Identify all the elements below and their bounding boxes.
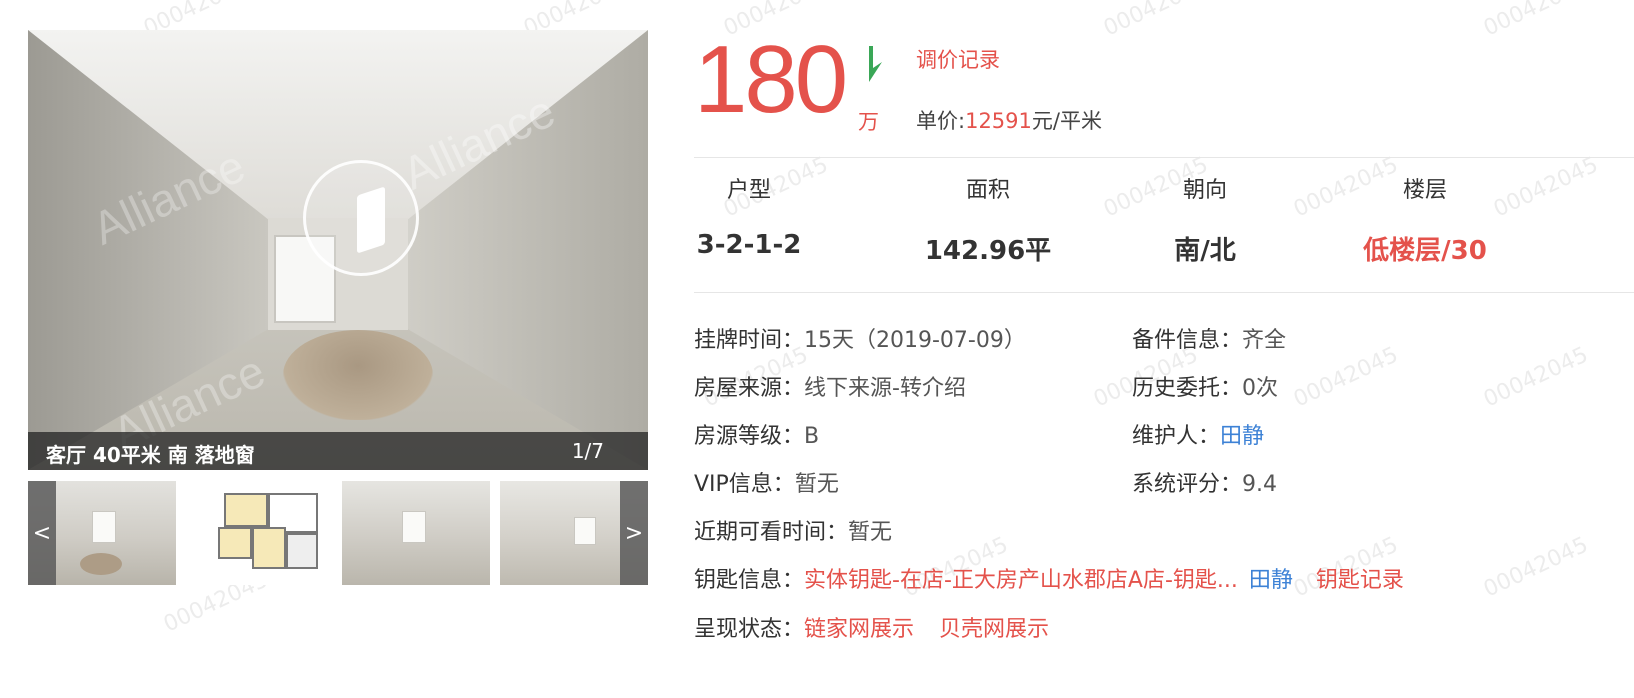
- listing-time-label: 挂牌时间：: [694, 328, 805, 353]
- vip-value: 暂无: [794, 472, 839, 497]
- source-label: 房屋来源：: [694, 376, 805, 401]
- watermark: 00042045: [1479, 342, 1593, 413]
- spec-value: 南/北: [1174, 236, 1236, 266]
- photo-counter: 1/7: [571, 439, 604, 463]
- score-row: 系统评分：9.4: [1132, 466, 1277, 498]
- viewing-row: 近期可看时间：暂无: [694, 514, 892, 546]
- total-price: 180: [694, 26, 848, 133]
- key-label: 钥匙信息：: [694, 568, 805, 593]
- key-info-link[interactable]: 实体钥匙-在店-正大房产山水郡店A店-钥匙...: [804, 568, 1238, 593]
- prev-photo-button[interactable]: <: [28, 481, 56, 585]
- lianjia-display-link[interactable]: 链家网展示: [804, 617, 914, 642]
- grade-label: 房源等级：: [694, 424, 805, 449]
- divider: [694, 292, 1634, 293]
- down-arrow-icon: [869, 46, 882, 82]
- viewing-label: 近期可看时间：: [694, 520, 849, 545]
- vr-door-icon: [357, 186, 385, 254]
- listing-time-row: 挂牌时间：15天（2019-07-09）: [694, 322, 1026, 354]
- spec-label: 朝向: [1182, 178, 1227, 203]
- spec-label: 面积: [965, 178, 1010, 203]
- floorplan-drawing: [214, 489, 326, 577]
- key-record-link[interactable]: 钥匙记录: [1316, 568, 1404, 593]
- source-row: 房屋来源：线下来源-转介绍: [694, 370, 966, 402]
- display-row: 呈现状态：链家网展示 贝壳网展示: [694, 611, 1049, 643]
- dirt-pile: [283, 330, 433, 420]
- backup-label: 备件信息：: [1132, 328, 1243, 353]
- main-photo[interactable]: Alliance Alliance Alliance 客厅 40平米 南 落地窗…: [28, 30, 648, 470]
- source-value: 线下来源-转介绍: [804, 376, 966, 401]
- thumb-dirt: [80, 553, 122, 575]
- backup-value: 齐全: [1242, 328, 1287, 353]
- history-row: 历史委托：0次: [1132, 370, 1278, 402]
- photo-caption-bar: 客厅 40平米 南 落地窗 1/7: [28, 432, 648, 470]
- score-label: 系统评分：: [1132, 472, 1243, 497]
- vr-panorama-button[interactable]: [303, 160, 419, 276]
- price-adjust-link[interactable]: 调价记录: [916, 44, 1000, 74]
- score-value: 9.4: [1242, 472, 1278, 497]
- thumb-window: [92, 511, 116, 543]
- watermark: 00042045: [1289, 342, 1403, 413]
- price-unit: 万: [858, 110, 879, 134]
- unit-price-value: 12591: [965, 109, 1032, 133]
- divider: [694, 157, 1634, 158]
- watermark: 00042045: [1489, 152, 1603, 223]
- maintainer-link[interactable]: 田静: [1220, 424, 1264, 449]
- display-label: 呈现状态：: [694, 617, 805, 642]
- spec-value: 142.96平: [924, 236, 1052, 266]
- watermark: 00042045: [1099, 0, 1213, 42]
- thumbnail-strip: < >: [28, 481, 648, 585]
- viewing-value: 暂无: [848, 520, 893, 545]
- spec-orientation: 朝向 南/北: [1150, 172, 1260, 267]
- history-label: 历史委托：: [1132, 376, 1243, 401]
- grade-value: B: [804, 424, 820, 449]
- unit-price-suffix: 元/平米: [1031, 109, 1102, 133]
- spec-label: 户型: [726, 178, 771, 203]
- spec-value: 3-2-1-2: [696, 230, 802, 260]
- thumb-window: [402, 511, 426, 543]
- watermark: 00042045: [1479, 0, 1593, 42]
- backup-row: 备件信息：齐全: [1132, 322, 1286, 354]
- thumbnail-floorplan[interactable]: [200, 481, 348, 585]
- unit-price: 单价:12591元/平米: [916, 105, 1102, 135]
- thumb-window: [574, 517, 596, 545]
- maintainer-row: 维护人：田静: [1132, 418, 1264, 450]
- unit-price-label: 单价:: [916, 109, 966, 133]
- photo-caption: 客厅 40平米 南 落地窗: [46, 443, 255, 467]
- next-photo-button[interactable]: >: [620, 481, 648, 585]
- thumbnail-3[interactable]: [342, 481, 490, 585]
- key-person-link[interactable]: 田静: [1249, 568, 1293, 593]
- spec-label: 楼层: [1402, 178, 1447, 203]
- spec-floor: 楼层 低楼层/30: [1350, 172, 1500, 267]
- spec-area: 面积 142.96平: [918, 172, 1058, 267]
- grade-row: 房源等级：B: [694, 418, 819, 450]
- spec-value: 低楼层/30: [1363, 236, 1487, 266]
- spec-layout: 户型 3-2-1-2: [694, 172, 804, 260]
- beike-display-link[interactable]: 贝壳网展示: [939, 617, 1049, 642]
- listing-time-value: 15天（2019-07-09）: [804, 328, 1026, 353]
- vip-label: VIP信息：: [694, 472, 795, 497]
- key-row: 钥匙信息：实体钥匙-在店-正大房产山水郡店A店-钥匙... 田静 钥匙记录: [694, 562, 1404, 594]
- watermark: 00042045: [1479, 532, 1593, 603]
- maintainer-label: 维护人：: [1132, 424, 1221, 449]
- history-value: 0次: [1242, 376, 1279, 401]
- vip-row: VIP信息：暂无: [694, 466, 839, 498]
